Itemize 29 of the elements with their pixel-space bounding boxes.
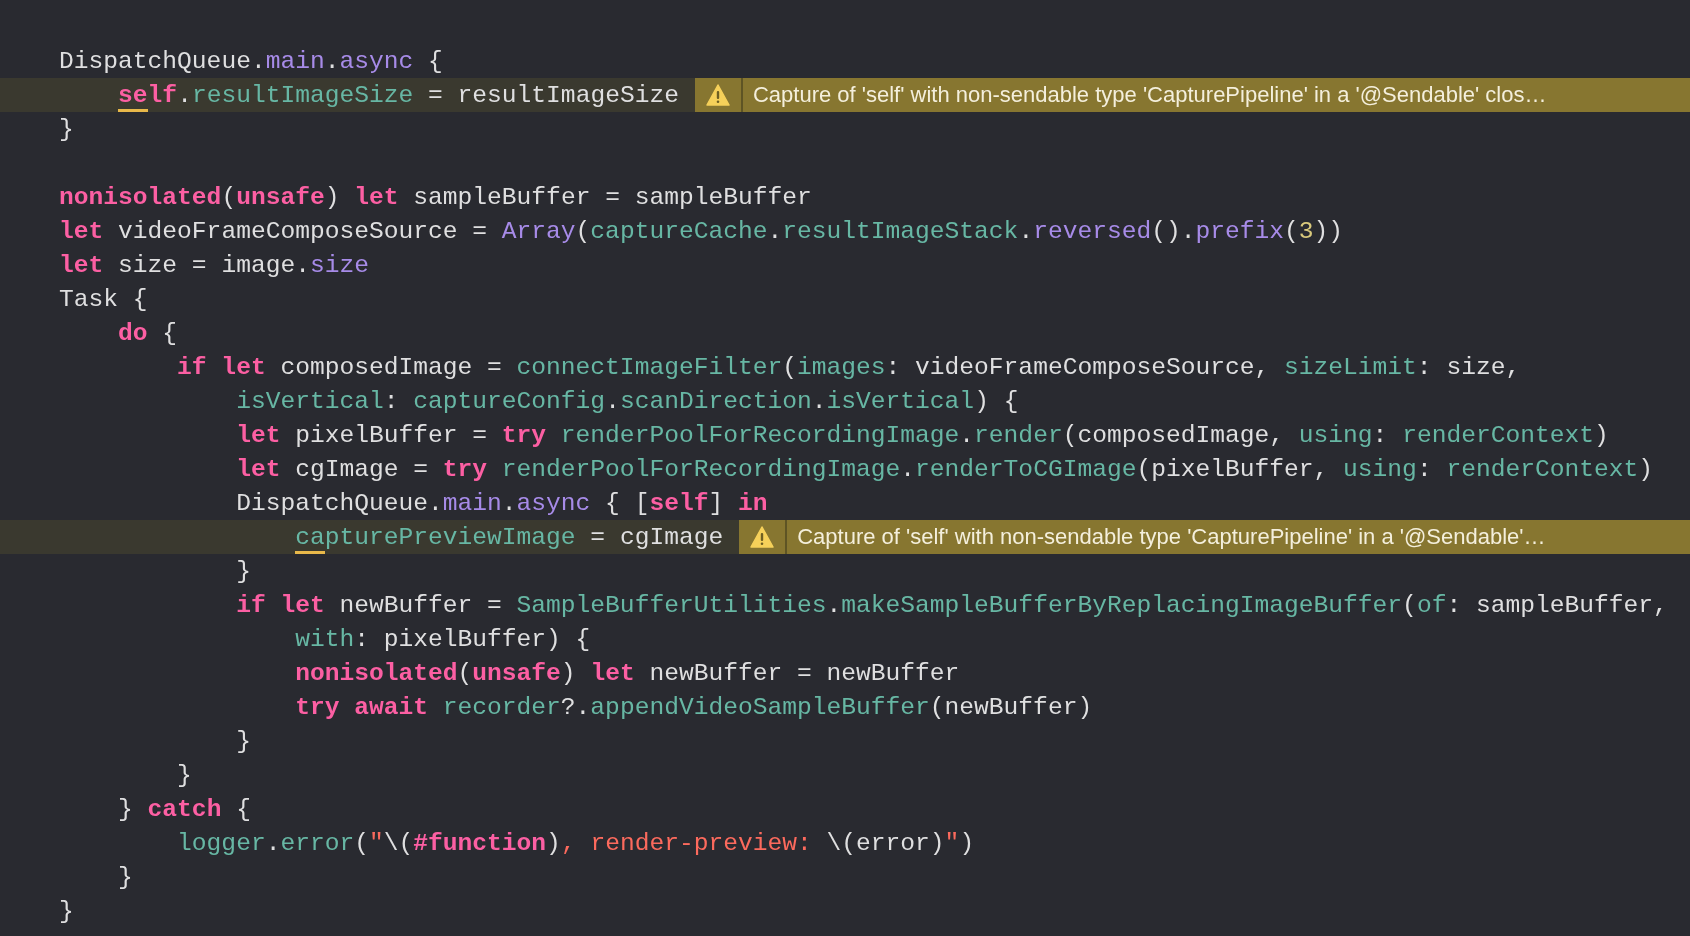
code-line: DispatchQueue.main.async { [self] in	[236, 489, 768, 517]
code-line: nonisolated(unsafe) let newBuffer = newBuffer	[295, 659, 960, 687]
code-line: }	[236, 557, 251, 585]
code-line: let videoFrameComposeSource = Array(captureCache.resultImageStack.reversed().prefix(3))	[59, 217, 1344, 245]
code-line: self.resultImageSize = resultImageSize	[118, 81, 679, 109]
warning-banner[interactable]: Capture of 'self' with non-sendable type 'CapturePipeline' in a '@Sendable'…	[739, 520, 1690, 554]
code-line: capturePreviewImage = cgImage	[295, 523, 724, 551]
code-line: do {	[118, 319, 178, 347]
code-line: logger.error("\(#function), render-preview: \(error)")	[177, 829, 975, 857]
code-line: let cgImage = try renderPoolForRecordingImage.renderToCGImage(pixelBuffer, using: renderContext)	[236, 455, 1654, 483]
code-line: }	[177, 761, 192, 789]
code-line: }	[59, 897, 74, 925]
code-line: }	[118, 863, 133, 891]
code-line: }	[236, 727, 251, 755]
code-line: if let composedImage = connectImageFilter(images: videoFrameComposeSource, sizeLimit: size,	[177, 353, 1521, 381]
warning-banner[interactable]: Capture of 'self' with non-sendable type 'CapturePipeline' in a '@Sendable' clos…	[694, 78, 1690, 112]
code-line: let pixelBuffer = try renderPoolForRecordingImage.render(composedImage, using: renderContext)	[236, 421, 1609, 449]
code-line: Task {	[59, 285, 148, 313]
warning-message: Capture of 'self' with non-sendable type 'CapturePipeline' in a '@Sendable' clos…	[740, 78, 1547, 112]
code-line: try await recorder?.appendVideoSampleBuffer(newBuffer)	[295, 693, 1093, 721]
code-line: } catch {	[118, 795, 251, 823]
warning-message: Capture of 'self' with non-sendable type 'CapturePipeline' in a '@Sendable'…	[785, 520, 1546, 554]
code-line: isVertical: captureConfig.scanDirection.isVertical) {	[236, 387, 1019, 415]
code-line: }	[59, 115, 74, 143]
code-line: let size = image.size	[59, 251, 369, 279]
code-line: with: pixelBuffer) {	[295, 625, 591, 653]
code-line: if let newBuffer = SampleBufferUtilities.makeSampleBufferByReplacingImageBuffer(of: sampleBuffer,	[236, 591, 1668, 619]
code-line: nonisolated(unsafe) let sampleBuffer = sampleBuffer	[59, 183, 812, 211]
code-line: DispatchQueue.main.async {	[59, 47, 443, 75]
